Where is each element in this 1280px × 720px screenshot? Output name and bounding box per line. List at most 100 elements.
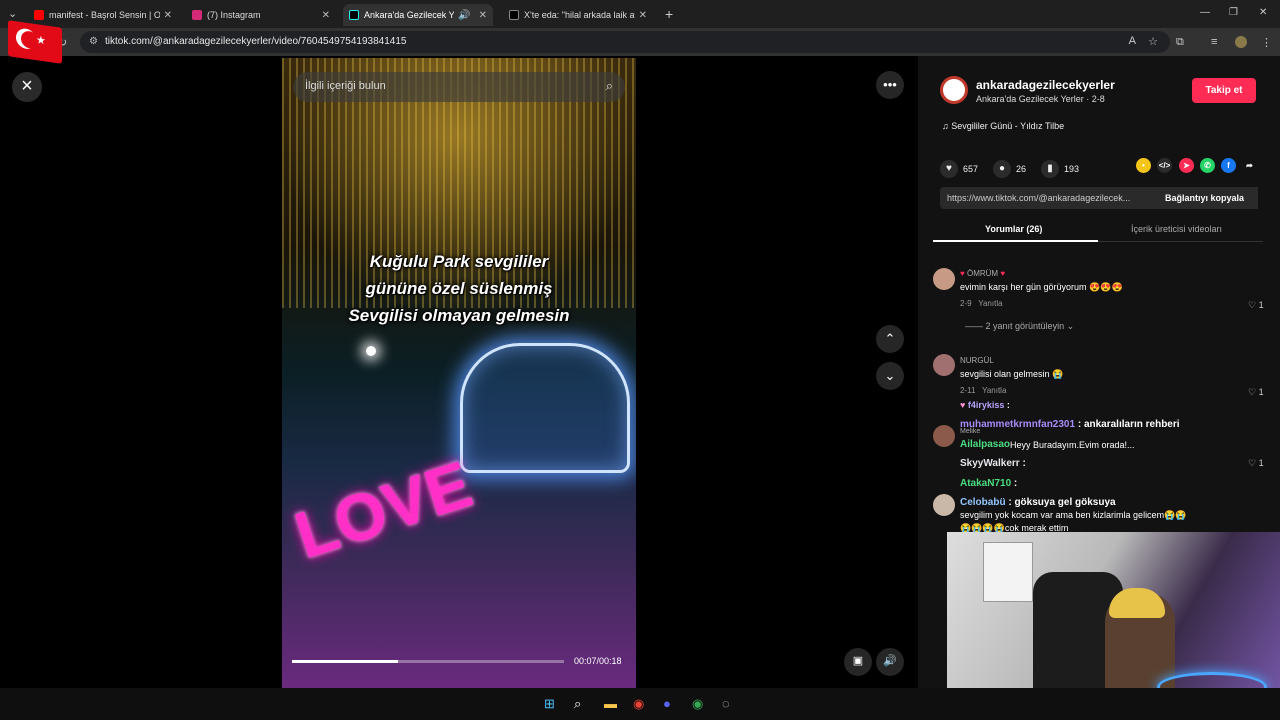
coin-icon[interactable]: • [1136, 158, 1151, 173]
chrome-icon[interactable]: ◉ [633, 696, 644, 712]
close-tab-icon[interactable]: ✕ [322, 10, 330, 21]
copy-link-button[interactable]: Bağlantıyı kopyala [1151, 187, 1258, 209]
profile-avatar[interactable] [1235, 36, 1247, 48]
close-window-icon[interactable]: ✕ [1259, 7, 1267, 18]
commenter-avatar[interactable] [933, 425, 955, 447]
minimize-icon[interactable]: — [1200, 7, 1210, 18]
search-icon[interactable]: ⌕ [574, 696, 581, 712]
chat-line: Celobabü : göksuya gel göksuya [960, 497, 1116, 508]
caption-line: gününe özel süslenmiş [365, 279, 553, 298]
new-tab-icon[interactable]: + [665, 6, 673, 22]
comment-text: evimin karşı her gün görüyorum 😍😍😍 [960, 282, 1123, 292]
embed-icon[interactable]: </> [1157, 158, 1172, 173]
more-options-button[interactable]: ••• [876, 71, 904, 99]
search-icon[interactable]: ⌕ [606, 78, 613, 94]
save-button[interactable]: ▮ 193 [1041, 160, 1079, 178]
facebook-icon[interactable]: f [1221, 158, 1236, 173]
comment-like[interactable]: ♡ 1 [1248, 458, 1264, 469]
music-note-icon: ♫ [942, 121, 952, 131]
music-track[interactable]: ♫ Sevgililer Günü - Yıldız Tilbe [942, 121, 1064, 131]
file-explorer-icon[interactable]: ▬ [604, 696, 617, 711]
close-tab-icon[interactable]: ✕ [164, 10, 172, 21]
flag-star-icon: ★ [36, 34, 46, 48]
heart-icon: ♥ [940, 160, 958, 178]
close-viewer-button[interactable]: × [12, 72, 42, 102]
video-player[interactable]: LOVE İlgili içeriği bulun ⌕ Kuğulu Park … [282, 58, 636, 688]
chat-username: Ailalpasao [960, 439, 1011, 450]
tab-comments[interactable]: Yorumlar (26) [985, 224, 1042, 234]
tab-title: Ankara'da Gezilecek Yerler [364, 10, 454, 20]
app-icon[interactable]: ◌ [722, 696, 730, 711]
caption-line: Kuğulu Park sevgililer [369, 252, 549, 271]
next-video-button[interactable]: ⌄ [876, 362, 904, 390]
floating-player-button[interactable]: ▣ [844, 648, 872, 676]
windows-start-icon[interactable]: ⊞ [544, 696, 555, 712]
restore-icon[interactable]: ❐ [1229, 7, 1238, 18]
browser-tab-bar: ⌄ manifest - Başrol Sensin | Offici ✕ (7… [0, 0, 1280, 28]
chat-username: Celobabü [960, 497, 1006, 508]
speaker-icon[interactable]: 🔊 [458, 10, 470, 21]
heart-icon: ♥ [960, 400, 968, 410]
comment-user[interactable]: ♥ ÖMRÜM ♥ [960, 269, 1005, 278]
close-tab-icon[interactable]: ✕ [639, 10, 647, 21]
creator-username[interactable]: ankaradagezilecekyerler [976, 78, 1115, 92]
like-count: 657 [963, 164, 979, 174]
bookmark-star-icon[interactable]: ☆ [1148, 35, 1158, 48]
video-progress-bar[interactable] [292, 660, 564, 663]
menu-icon[interactable]: ⋮ [1261, 36, 1272, 49]
like-button[interactable]: ♥ 657 [940, 160, 978, 178]
chat-line: AtakaN710 : [960, 478, 1018, 489]
commenter-avatar[interactable] [933, 354, 955, 376]
commenter-avatar[interactable] [933, 494, 955, 516]
site-info-icon[interactable]: ⚙ [89, 36, 98, 47]
progress-fill [292, 660, 399, 663]
bookmark-icon: ▮ [1041, 160, 1059, 178]
video-search-input[interactable]: İlgili içeriği bulun ⌕ [293, 72, 625, 102]
media-icon[interactable]: ≡ [1211, 36, 1217, 48]
tab-tiktok[interactable]: Ankara'da Gezilecek Yerler 🔊 ✕ [343, 4, 493, 26]
view-replies-link[interactable]: —— 2 yanıt görüntüleyin ⌄ [965, 321, 1074, 332]
whatsapp-icon[interactable]: ✆ [1200, 158, 1215, 173]
comment-count: 26 [1016, 164, 1027, 174]
tab-list-icon[interactable]: ⌄ [8, 7, 17, 20]
heart-icon: ♥ [998, 269, 1006, 278]
volume-button[interactable]: 🔊 [876, 648, 904, 676]
previous-video-button[interactable]: ⌃ [876, 325, 904, 353]
comment-text: sevgilisi olan gelmesin 😭 [960, 369, 1064, 379]
url-field[interactable]: ⚙ tiktok.com/@ankaradagezilecekyerler/vi… [80, 31, 1170, 53]
send-icon[interactable]: ➤ [1179, 158, 1194, 173]
comment-username[interactable]: Melike [960, 428, 980, 435]
chat-text: göksuya gel göksuya [1014, 497, 1116, 508]
chat-username: SkyyWalkerr [960, 458, 1020, 469]
chrome-active-icon[interactable]: ◉ [692, 696, 703, 712]
comment-like[interactable]: ♡ 1 [1248, 387, 1264, 398]
commenter-avatar[interactable] [933, 268, 955, 290]
close-tab-icon[interactable]: ✕ [479, 10, 487, 21]
tab-youtube[interactable]: manifest - Başrol Sensin | Offici ✕ [28, 4, 178, 26]
chat-line: muhammetkrmnfan2301 : ankaralıların rehb… [960, 419, 1180, 430]
chat-line: ♥ f4irykiss : [960, 400, 1010, 410]
comment-like[interactable]: ♡ 1 [1248, 300, 1264, 311]
translate-icon[interactable]: A [1129, 35, 1136, 47]
creator-avatar[interactable] [940, 76, 968, 104]
comment-text: Heyy Buradayım.Evim orada!... [1010, 440, 1135, 450]
comment-meta: 2-9 Yanıtla [960, 299, 1003, 308]
discord-icon[interactable]: ● [663, 696, 671, 711]
comment-icon: ● [993, 160, 1011, 178]
extensions-icon[interactable]: ⧉ [1176, 36, 1184, 49]
reply-link[interactable]: Yanıtla [982, 386, 1006, 395]
tab-creator-videos[interactable]: İçerik üreticisi videoları [1131, 224, 1222, 234]
turkish-flag-logo: ★ [8, 20, 62, 64]
follow-button[interactable]: Takip et [1192, 78, 1256, 103]
comment-button[interactable]: ● 26 [993, 160, 1026, 178]
save-count: 193 [1064, 164, 1080, 174]
reply-link[interactable]: Yanıtla [978, 299, 1002, 308]
tab-x[interactable]: X'te eda: "hilal arkada laik atak ✕ [503, 4, 653, 26]
tab-instagram[interactable]: (7) Instagram ✕ [186, 4, 336, 26]
instagram-icon [192, 10, 202, 20]
comment-username[interactable]: NURGÜL [960, 356, 994, 365]
chat-line: SkyyWalkerr : [960, 458, 1026, 469]
music-title: Sevgililer Günü - Yıldız Tilbe [951, 121, 1065, 131]
creator-display-name: Ankara'da Gezilecek Yerler · 2-8 [976, 94, 1105, 104]
share-arrow-icon[interactable]: ➦ [1242, 158, 1257, 173]
